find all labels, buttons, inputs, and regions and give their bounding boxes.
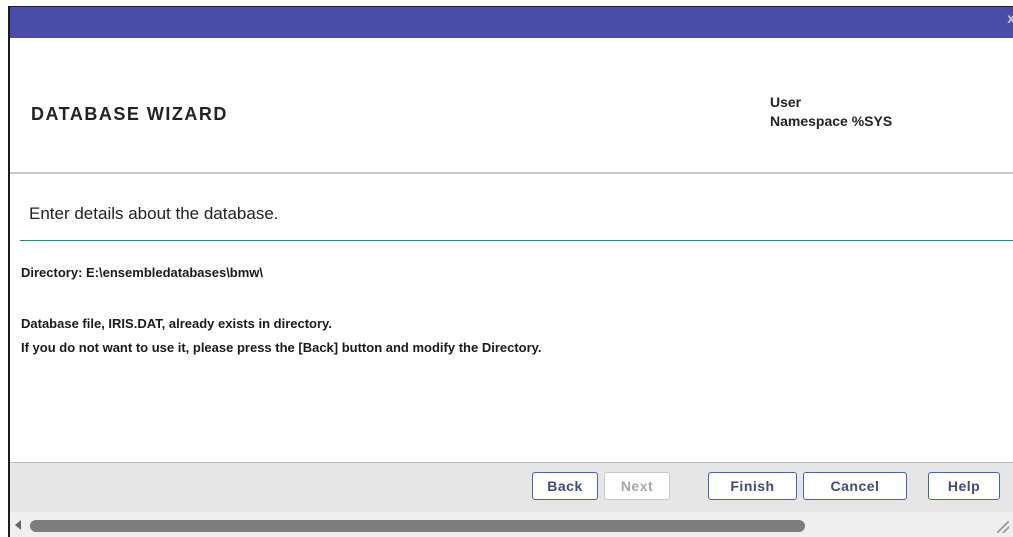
scroll-thumb[interactable] (30, 520, 805, 532)
page-title: DATABASE WIZARD (31, 104, 228, 124)
close-icon[interactable]: x (1007, 10, 1013, 26)
message-line-2: If you do not want to use it, please pre… (21, 340, 542, 355)
scroll-left-icon[interactable] (15, 520, 21, 530)
user-label: User (770, 94, 802, 110)
help-button[interactable]: Help (928, 472, 1000, 500)
wizard-window: x DATABASE WIZARD User Namespace %SYS En… (8, 6, 1013, 537)
namespace-label: Namespace %SYS (770, 113, 893, 129)
divider (20, 240, 1013, 241)
window-titlebar[interactable]: x (10, 7, 1013, 38)
finish-button[interactable]: Finish (708, 472, 797, 500)
cancel-button[interactable]: Cancel (803, 472, 907, 500)
back-button[interactable]: Back (532, 472, 598, 500)
wizard-header: DATABASE WIZARD User Namespace %SYS (10, 38, 1013, 174)
step-instruction: Enter details about the database. (29, 204, 279, 223)
warning-message: Database file, IRIS.DAT, already exists … (21, 312, 542, 360)
next-button[interactable]: Next (604, 472, 670, 500)
directory-text: Directory: E:\ensembledatabases\bmw\ (21, 265, 264, 280)
message-line-1: Database file, IRIS.DAT, already exists … (21, 316, 332, 331)
resize-grip-icon[interactable] (997, 521, 1009, 533)
horizontal-scrollbar[interactable] (10, 512, 1013, 537)
user-info: User Namespace %SYS (770, 93, 892, 131)
